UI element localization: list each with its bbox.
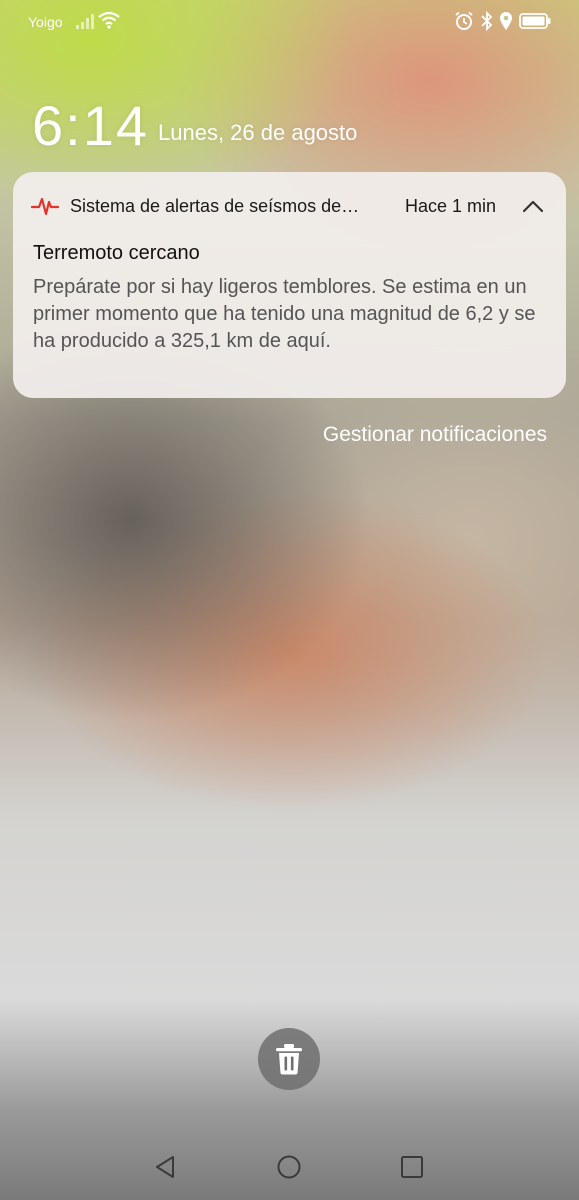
trash-icon bbox=[276, 1044, 302, 1075]
notification-app-name: Sistema de alertas de seísmos de… bbox=[70, 196, 360, 216]
navigation-bar bbox=[0, 1130, 579, 1200]
status-bar: Yoigo bbox=[0, 0, 579, 44]
back-icon[interactable] bbox=[153, 1154, 179, 1180]
notification-body: Prepárate por si hay ligeros temblores. … bbox=[33, 276, 536, 352]
alarm-icon bbox=[455, 11, 473, 30]
wifi-icon bbox=[98, 11, 120, 29]
battery-icon bbox=[519, 13, 551, 29]
chevron-up-icon[interactable] bbox=[521, 196, 545, 216]
location-icon bbox=[500, 12, 512, 30]
recents-icon[interactable] bbox=[399, 1154, 425, 1180]
notification-time: Hace 1 min bbox=[405, 196, 497, 216]
carrier-name: Yoigo bbox=[28, 14, 63, 30]
clear-notifications-button[interactable] bbox=[258, 1028, 320, 1090]
clock-date: Lunes, 26 de agosto bbox=[158, 120, 358, 145]
bluetooth-icon bbox=[481, 11, 493, 31]
manage-notifications-link[interactable]: Gestionar notificaciones bbox=[323, 423, 547, 447]
signal-icon bbox=[76, 14, 94, 29]
home-icon[interactable] bbox=[276, 1154, 302, 1180]
earthquake-notification[interactable]: Sistema de alertas de seísmos de… Hace 1… bbox=[13, 172, 566, 398]
clock-time: 6:14 bbox=[32, 94, 149, 157]
notification-title: Terremoto cercano bbox=[33, 242, 200, 264]
seismic-wave-icon bbox=[31, 197, 59, 216]
